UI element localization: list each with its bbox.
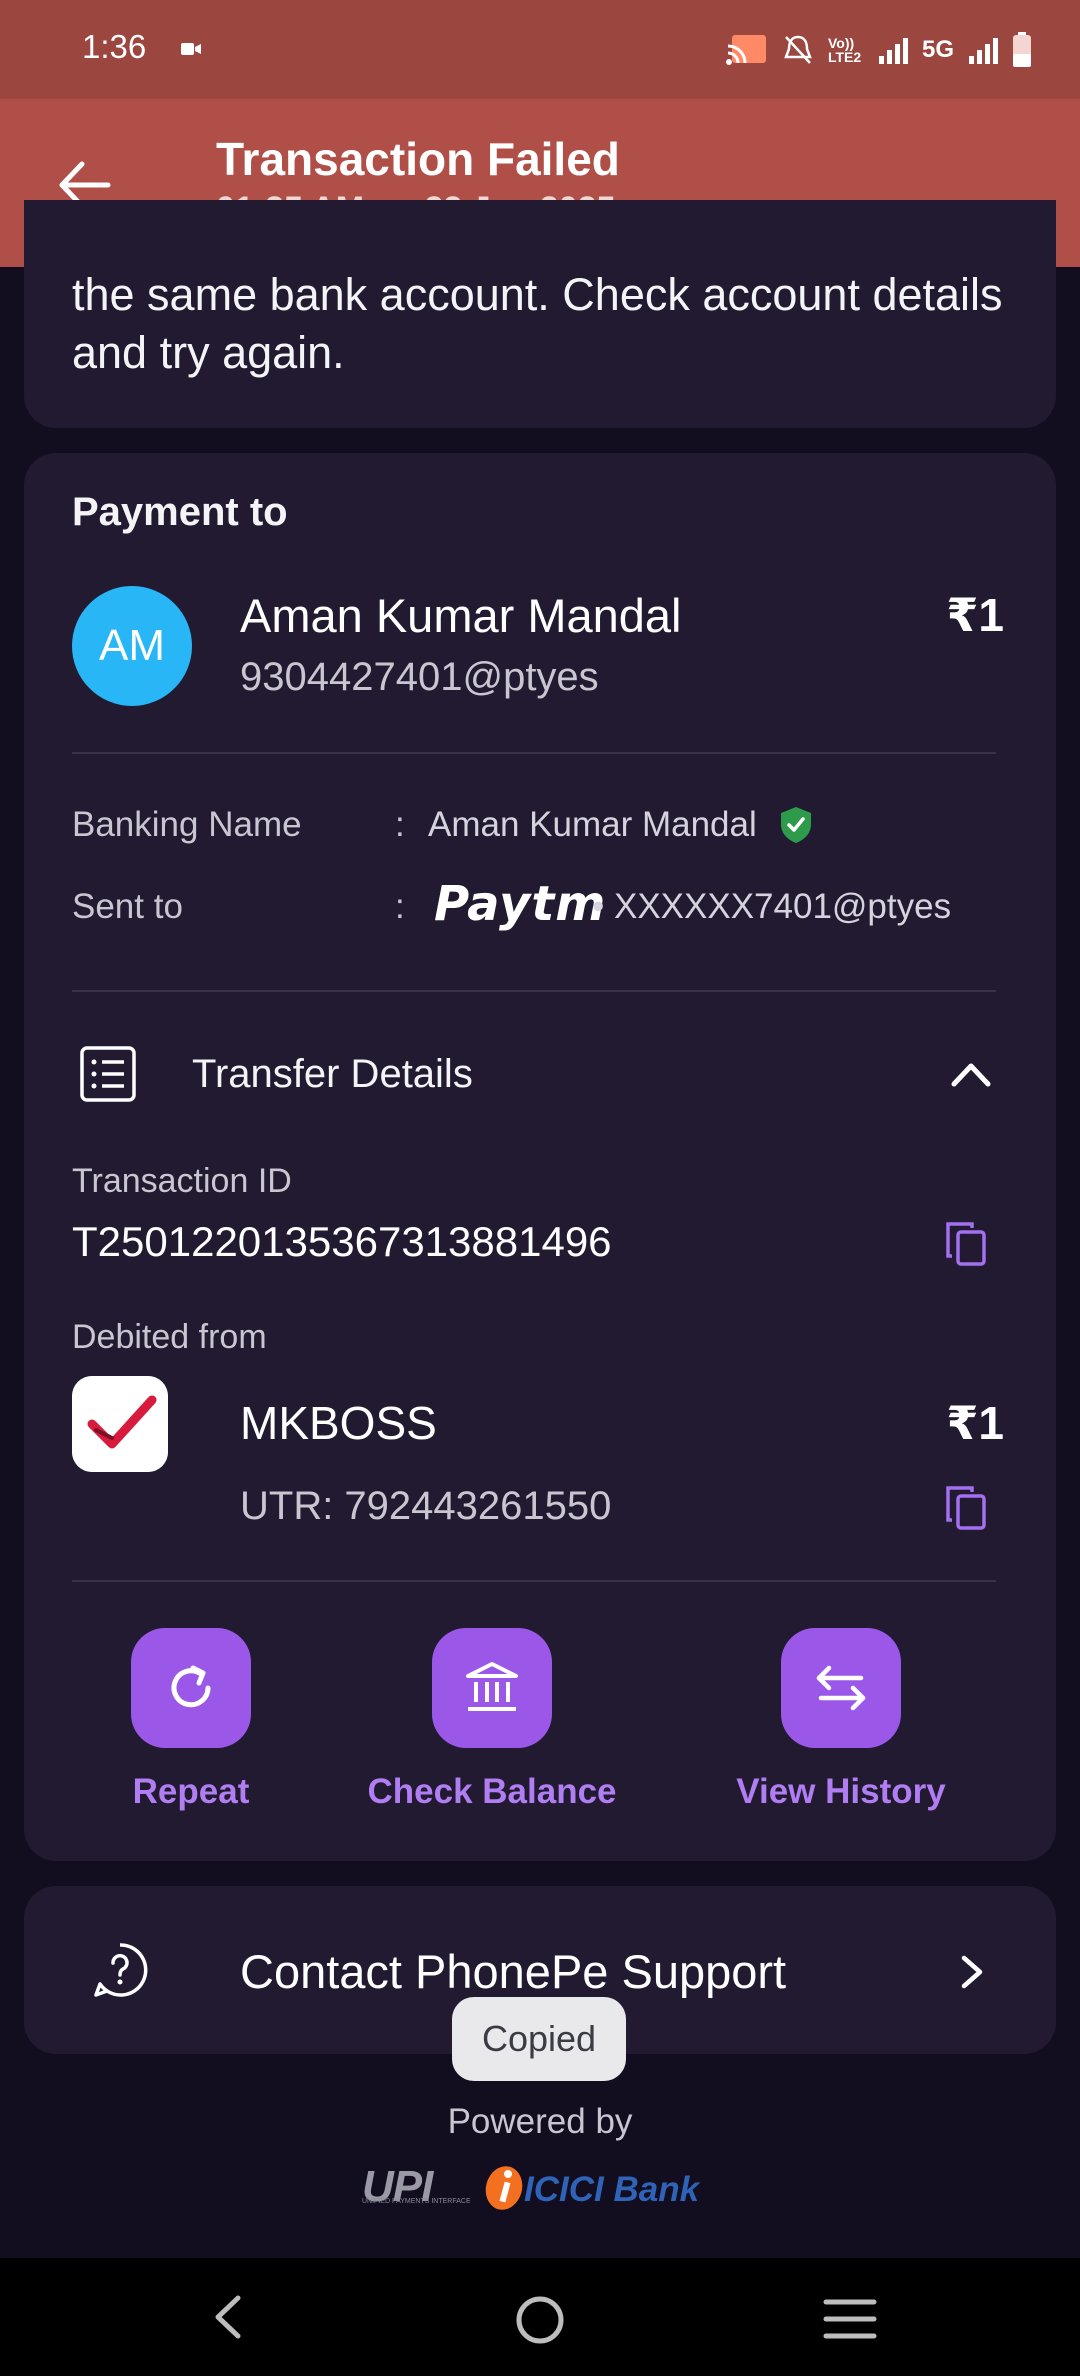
contact-support-label[interactable]: Contact PhonePe Support — [240, 1944, 786, 1999]
swap-arrows-icon — [816, 1665, 866, 1711]
upi-logo-subtext: UNIFIED PAYMENTS INTERFACE — [362, 2198, 471, 2205]
debit-amount: ₹1 — [946, 1397, 1004, 1449]
video-camera-icon — [181, 43, 201, 55]
sent-to-value: • XXXXXX7401@ptyes — [592, 887, 952, 926]
status-time: 1:36 — [82, 28, 147, 65]
battery-icon — [1013, 32, 1031, 67]
page-title: Transaction Failed — [216, 133, 620, 185]
bank-logo — [72, 1376, 168, 1472]
separator-colon: : — [395, 805, 405, 844]
lte-text: LTE2 — [827, 49, 862, 65]
verified-shield-icon — [781, 807, 811, 843]
copied-toast: Copied — [452, 1997, 626, 2081]
sent-to-label: Sent to — [72, 887, 183, 926]
icici-logo-mark — [485, 2166, 523, 2210]
bell-muted-icon — [784, 35, 812, 64]
receipt-list-icon — [80, 1046, 136, 1102]
paytm-logo: Paytm — [434, 876, 607, 932]
utr-number: UTR: 792443261550 — [240, 1484, 612, 1528]
transaction-id-label: Transaction ID — [72, 1162, 292, 1200]
bank-building-icon — [466, 1662, 518, 1711]
cast-icon — [725, 35, 766, 65]
divider — [72, 752, 996, 754]
check-balance-button[interactable] — [432, 1628, 552, 1748]
network-5g: 5G — [921, 36, 954, 63]
nav-back-icon[interactable] — [208, 2292, 248, 2342]
error-message-text: the same bank account. Check account det… — [72, 269, 1003, 378]
avatar: AM — [72, 586, 192, 706]
debited-from-label: Debited from — [72, 1318, 267, 1356]
copy-icon[interactable] — [944, 1220, 988, 1268]
view-history-button[interactable] — [781, 1628, 901, 1748]
payee-upi-id: 9304427401@ptyes — [240, 655, 599, 699]
payee-name: Aman Kumar Mandal — [240, 589, 682, 642]
refresh-icon — [171, 1665, 211, 1708]
banking-name-value: Aman Kumar Mandal — [428, 805, 757, 844]
copy-icon[interactable] — [944, 1484, 988, 1532]
debit-account-name: MKBOSS — [240, 1397, 437, 1449]
divider — [72, 990, 996, 992]
divider — [72, 1580, 996, 1582]
payment-amount: ₹1 — [946, 589, 1004, 641]
nav-recents-menu-icon[interactable] — [822, 2296, 878, 2342]
signal-icon — [878, 38, 908, 64]
chevron-up-icon[interactable] — [946, 1054, 996, 1094]
help-question-icon — [94, 1943, 148, 1997]
view-history-label[interactable]: View History — [721, 1772, 961, 1812]
chevron-right-icon[interactable] — [956, 1952, 988, 1992]
icici-bank-logo-text: ICICI Bank — [524, 2170, 700, 2209]
signal-icon-2 — [969, 38, 998, 64]
payment-to-label: Payment to — [72, 490, 288, 534]
check-balance-label[interactable]: Check Balance — [352, 1772, 632, 1812]
status-icons: Vo)) LTE2 5G — [725, 24, 1032, 76]
nav-home-icon[interactable] — [512, 2292, 568, 2348]
volte-label: Vo)) LTE2 — [828, 36, 864, 64]
repeat-button[interactable] — [131, 1628, 251, 1748]
transaction-id-value: T2501220135367313881496 — [72, 1218, 612, 1265]
transfer-details-toggle[interactable]: Transfer Details — [192, 1052, 473, 1097]
powered-by-label: Powered by — [447, 2102, 633, 2141]
repeat-label[interactable]: Repeat — [91, 1772, 291, 1812]
separator-colon: : — [395, 887, 405, 926]
banking-name-label: Banking Name — [72, 805, 302, 844]
